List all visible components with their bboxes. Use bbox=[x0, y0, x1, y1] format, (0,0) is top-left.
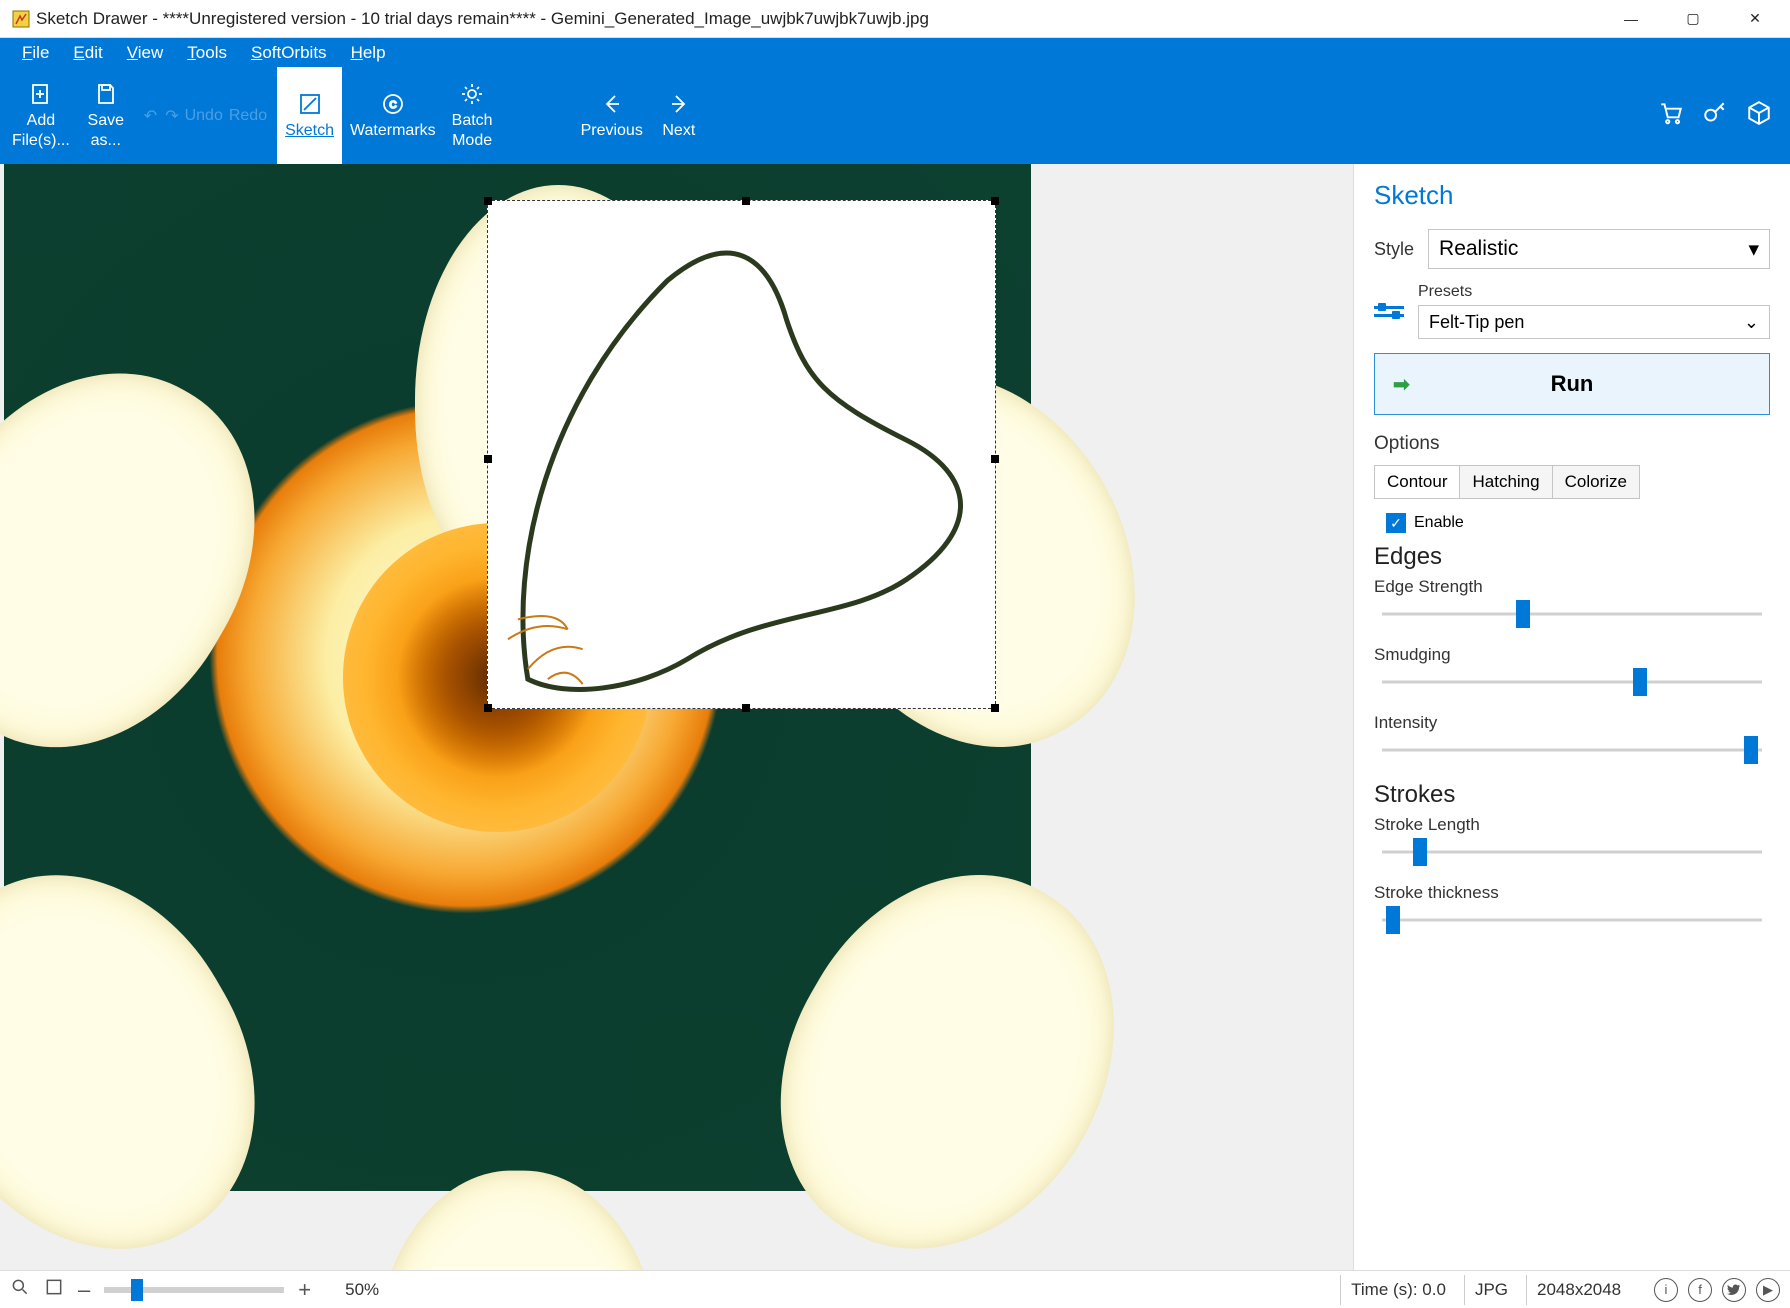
style-select[interactable]: Realistic ▾ bbox=[1428, 229, 1770, 269]
save-as-button[interactable]: Saveas... bbox=[78, 67, 134, 164]
strokes-header: Strokes bbox=[1374, 781, 1770, 809]
save-icon bbox=[93, 81, 119, 107]
chevron-down-icon: ▾ bbox=[1748, 237, 1759, 262]
next-label: Next bbox=[662, 121, 695, 141]
run-button[interactable]: ➡ Run bbox=[1374, 353, 1770, 415]
menu-file[interactable]: File bbox=[10, 41, 61, 65]
run-label: Run bbox=[1551, 371, 1594, 397]
watermarks-label: Watermarks bbox=[350, 121, 436, 141]
previous-icon bbox=[599, 91, 625, 117]
presets-value: Felt-Tip pen bbox=[1429, 312, 1524, 333]
undo-label[interactable]: Undo bbox=[185, 107, 223, 125]
key-icon[interactable] bbox=[1702, 100, 1728, 131]
menu-view[interactable]: View bbox=[115, 41, 176, 65]
chevron-down-icon: ⌄ bbox=[1744, 312, 1759, 333]
sketch-label: Sketch bbox=[285, 121, 334, 141]
status-format: JPG bbox=[1464, 1275, 1518, 1305]
twitter-icon[interactable] bbox=[1722, 1278, 1746, 1302]
status-bar: – + 50% Time (s): 0.0 JPG 2048x2048 i f … bbox=[0, 1270, 1790, 1308]
add-files-label: AddFile(s)... bbox=[12, 111, 70, 151]
tab-contour[interactable]: Contour bbox=[1375, 466, 1460, 498]
run-arrow-icon: ➡ bbox=[1393, 372, 1410, 397]
watermarks-button[interactable]: C Watermarks bbox=[342, 67, 444, 164]
enable-label: Enable bbox=[1414, 514, 1464, 532]
add-files-button[interactable]: AddFile(s)... bbox=[4, 67, 78, 164]
zoom-in-button[interactable]: + bbox=[298, 1277, 311, 1303]
sketch-mode-button[interactable]: Sketch bbox=[277, 67, 342, 164]
presets-select[interactable]: Felt-Tip pen ⌄ bbox=[1418, 305, 1770, 339]
edge-strength-label: Edge Strength bbox=[1374, 577, 1770, 597]
style-label: Style bbox=[1374, 239, 1414, 260]
stroke-length-slider[interactable] bbox=[1382, 843, 1762, 861]
style-value: Realistic bbox=[1439, 237, 1518, 261]
batch-mode-button[interactable]: BatchMode bbox=[444, 67, 501, 164]
facebook-icon[interactable]: f bbox=[1688, 1278, 1712, 1302]
youtube-icon[interactable]: ▶ bbox=[1756, 1278, 1780, 1302]
enable-checkbox[interactable]: ✓ bbox=[1386, 513, 1406, 533]
menubar: File Edit View Tools SoftOrbits Help bbox=[0, 38, 1790, 67]
cart-icon[interactable] bbox=[1658, 100, 1684, 131]
package-icon[interactable] bbox=[1746, 100, 1772, 131]
intensity-slider[interactable] bbox=[1382, 741, 1762, 759]
menu-edit[interactable]: Edit bbox=[61, 41, 114, 65]
maximize-button[interactable]: ▢ bbox=[1662, 1, 1724, 37]
sketch-preview-selection[interactable] bbox=[487, 200, 996, 709]
status-time: Time (s): 0.0 bbox=[1340, 1275, 1456, 1305]
fit-screen-icon[interactable] bbox=[44, 1277, 64, 1302]
ribbon-toolbar: AddFile(s)... Saveas... ↶ ↷ Undo Redo Sk… bbox=[0, 67, 1790, 164]
adjust-presets-icon[interactable] bbox=[1374, 296, 1404, 326]
next-icon bbox=[666, 91, 692, 117]
menu-help[interactable]: Help bbox=[339, 41, 398, 65]
add-file-icon bbox=[28, 81, 54, 107]
zoom-out-button[interactable]: – bbox=[78, 1277, 90, 1303]
undo-redo-group: ↶ ↷ Undo Redo bbox=[134, 67, 277, 164]
menu-softorbits[interactable]: SoftOrbits bbox=[239, 41, 339, 65]
next-button[interactable]: Next bbox=[651, 67, 707, 164]
sketch-options-panel: Sketch Style Realistic ▾ Presets Felt-Ti… bbox=[1353, 164, 1790, 1270]
previous-label: Previous bbox=[581, 121, 643, 141]
titlebar: Sketch Drawer - ****Unregistered version… bbox=[0, 0, 1790, 38]
tab-hatching[interactable]: Hatching bbox=[1460, 466, 1552, 498]
panel-title: Sketch bbox=[1374, 180, 1770, 211]
minimize-button[interactable]: — bbox=[1600, 1, 1662, 37]
close-button[interactable]: ✕ bbox=[1724, 1, 1786, 37]
options-tabs: Contour Hatching Colorize bbox=[1374, 465, 1640, 499]
redo-icon[interactable]: ↷ bbox=[165, 106, 178, 126]
redo-label[interactable]: Redo bbox=[229, 107, 267, 125]
stroke-thickness-slider[interactable] bbox=[1382, 911, 1762, 929]
zoom-slider[interactable] bbox=[104, 1287, 284, 1293]
svg-text:C: C bbox=[389, 100, 396, 111]
presets-label: Presets bbox=[1418, 283, 1770, 301]
tab-colorize[interactable]: Colorize bbox=[1553, 466, 1639, 498]
batch-mode-label: BatchMode bbox=[452, 111, 493, 151]
menu-tools[interactable]: Tools bbox=[175, 41, 239, 65]
status-dimensions: 2048x2048 bbox=[1526, 1275, 1636, 1305]
edges-header: Edges bbox=[1374, 543, 1770, 571]
smudging-label: Smudging bbox=[1374, 645, 1770, 665]
sketch-icon bbox=[297, 91, 323, 117]
intensity-label: Intensity bbox=[1374, 713, 1770, 733]
zoom-percentage: 50% bbox=[345, 1280, 379, 1300]
info-icon[interactable]: i bbox=[1654, 1278, 1678, 1302]
edge-strength-slider[interactable] bbox=[1382, 605, 1762, 623]
watermark-icon: C bbox=[380, 91, 406, 117]
canvas-area[interactable] bbox=[0, 164, 1353, 1270]
save-as-label: Saveas... bbox=[88, 111, 124, 151]
gear-icon bbox=[459, 81, 485, 107]
options-label: Options bbox=[1374, 433, 1770, 455]
smudging-slider[interactable] bbox=[1382, 673, 1762, 691]
previous-button[interactable]: Previous bbox=[573, 67, 651, 164]
window-title: Sketch Drawer - ****Unregistered version… bbox=[36, 9, 929, 29]
stroke-thickness-label: Stroke thickness bbox=[1374, 883, 1770, 903]
app-icon bbox=[12, 10, 30, 28]
zoom-fit-icon[interactable] bbox=[10, 1277, 30, 1302]
stroke-length-label: Stroke Length bbox=[1374, 815, 1770, 835]
undo-icon[interactable]: ↶ bbox=[144, 106, 157, 126]
